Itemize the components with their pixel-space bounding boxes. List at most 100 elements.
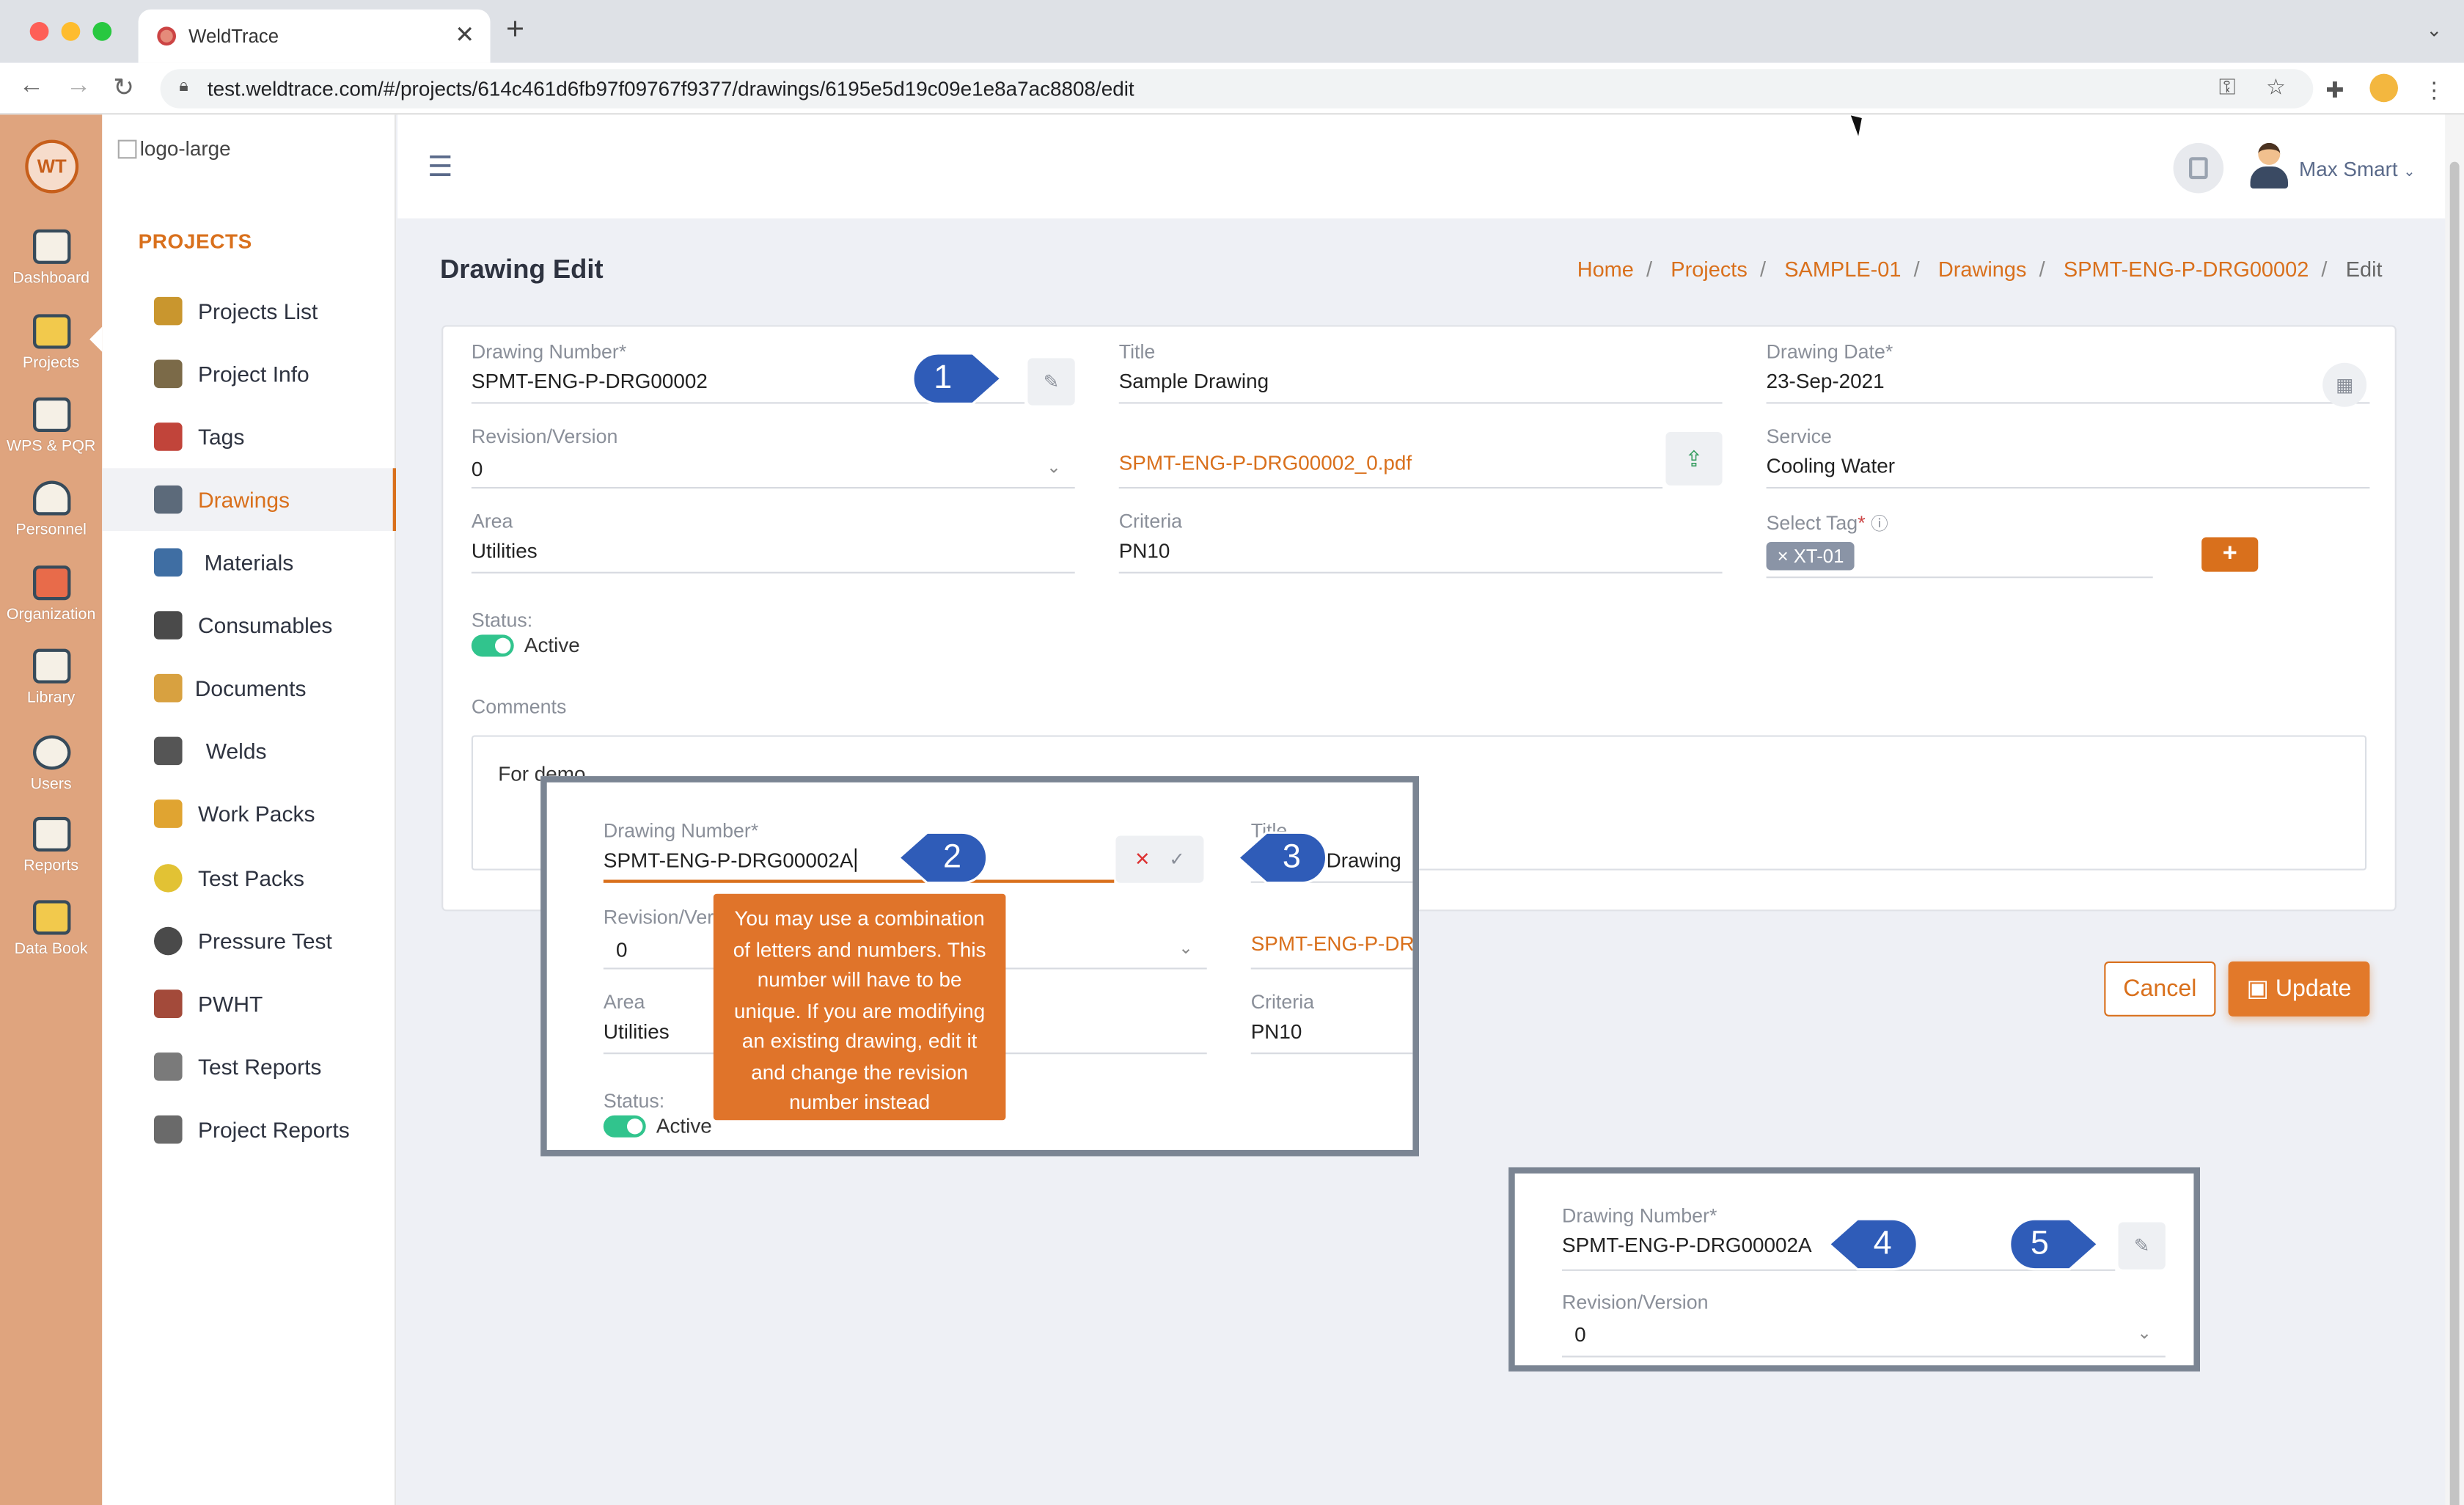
close-window-button[interactable] <box>29 21 49 41</box>
sidebar-item-pwht[interactable]: PWHT <box>102 973 396 1036</box>
iconbar-wps-pqr[interactable]: WPS & PQR <box>0 397 102 455</box>
field-underline <box>471 487 1075 489</box>
iconbar-data-book[interactable]: Data Book <box>0 900 102 959</box>
breadcrumb-drawings[interactable]: Drawings <box>1938 257 2027 281</box>
iconbar-reports[interactable]: Reports <box>0 816 102 875</box>
overlay-file-link: SPMT-ENG-P-DRC <box>1250 931 1419 956</box>
sidebar-item-project-reports[interactable]: Project Reports <box>102 1098 396 1161</box>
sidebar-item-materials[interactable]: Materials <box>102 531 396 594</box>
drawing-date-label: Drawing Date* <box>1767 341 2370 363</box>
cancel-edit-icon[interactable]: ✕ <box>1134 849 1151 871</box>
sidebar-item-documents[interactable]: Documents <box>102 656 396 719</box>
new-tab-button[interactable]: + <box>506 12 524 48</box>
sidebar-item-label: Materials <box>204 549 294 575</box>
iconbar-organization[interactable]: Organization <box>0 565 102 623</box>
overlay-inline-actions: ✕ ✓ <box>1115 835 1204 883</box>
bookmark-star-icon[interactable]: ☆ <box>2266 74 2286 100</box>
extensions-icon[interactable]: ✚ <box>2325 77 2344 103</box>
minimize-window-button[interactable] <box>61 21 81 41</box>
field-underline <box>1250 967 1413 970</box>
iconbar-projects[interactable]: Projects <box>0 314 103 373</box>
status-toggle[interactable] <box>471 634 514 657</box>
service-field[interactable]: Service Cooling Water <box>1766 425 2370 489</box>
drawing-date-field[interactable]: Drawing Date* 23-Sep-2021 ▦ <box>1766 341 2370 407</box>
close-tab-icon[interactable]: ✕ <box>455 21 474 49</box>
calendar-icon[interactable]: ▦ <box>2322 362 2367 407</box>
required-mark: * <box>750 820 759 843</box>
title-label: Title <box>1118 340 1156 363</box>
iconbar-dashboard[interactable]: Dashboard <box>0 229 102 288</box>
user-avatar[interactable] <box>2248 142 2289 190</box>
chevron-down-icon: ⌄ <box>1178 939 1193 959</box>
field-underline <box>1118 487 1663 489</box>
url-field[interactable]: 🔒︎ test.weldtrace.com/#/projects/614c461… <box>160 69 2314 109</box>
profile-icon[interactable] <box>2369 73 2398 103</box>
sidebar-item-tags[interactable]: Tags <box>102 406 396 469</box>
broken-image-icon <box>117 139 137 159</box>
criteria-field[interactable]: Criteria PN10 <box>1118 510 1723 574</box>
cancel-button[interactable]: Cancel <box>2104 961 2216 1017</box>
required-mark: * <box>618 340 627 363</box>
sidebar-item-welds[interactable]: Welds <box>102 719 396 783</box>
hamburger-menu-icon[interactable]: ☰ <box>428 151 453 184</box>
logo-large[interactable]: logo-large <box>117 136 231 160</box>
tag-icon <box>154 422 183 451</box>
weldtrace-logo[interactable]: WT <box>25 139 79 194</box>
key-icon[interactable]: ⚿ <box>2219 74 2236 100</box>
breadcrumb-drawing[interactable]: SPMT-ENG-P-DRG00002 <box>2064 257 2309 281</box>
sidebar-item-drawings[interactable]: Drawings <box>102 468 396 531</box>
forward-icon[interactable]: → <box>66 73 91 101</box>
user-menu[interactable]: Max Smart ⌄ <box>2299 157 2416 180</box>
breadcrumb-home[interactable]: Home <box>1577 257 1634 281</box>
sidebar-item-test-packs[interactable]: Test Packs <box>102 847 396 910</box>
reload-icon[interactable]: ↻ <box>113 73 134 104</box>
scrollbar-thumb[interactable] <box>2449 161 2460 1505</box>
select-tag-field[interactable]: Select Tag* ⓘ × XT-01 <box>1766 510 2153 579</box>
tab-search-icon[interactable]: ⌄ <box>2426 19 2442 41</box>
iconbar-users[interactable]: Users <box>0 735 102 794</box>
sidebar-item-work-packs[interactable]: Work Packs <box>102 783 396 846</box>
browser-menu-icon[interactable]: ⋮ <box>2423 77 2445 103</box>
confirm-edit-icon[interactable]: ✓ <box>1169 849 1185 871</box>
drawing-file-field[interactable]: SPMT-ENG-P-DRG00002_0.pdf ⇪ <box>1118 425 1723 489</box>
iconbar-label: Users <box>30 776 72 794</box>
overlay2-edit-button: ✎ <box>2118 1222 2166 1270</box>
sidebar-item-pressure-test[interactable]: Pressure Test <box>102 909 396 973</box>
iconbar-personnel[interactable]: Personnel <box>0 480 102 539</box>
revision-select[interactable]: Revision/Version 0 ⌄ <box>471 425 1075 489</box>
drawing-file-link[interactable]: SPMT-ENG-P-DRG00002_0.pdf <box>1119 451 1723 475</box>
sidebar-item-project-info[interactable]: Project Info <box>102 343 396 406</box>
browser-tab-bar: WeldTrace ✕ + ⌄ <box>0 0 2464 63</box>
back-icon[interactable]: ← <box>19 73 44 101</box>
update-button[interactable]: ▣ Update <box>2228 961 2370 1017</box>
sidebar-item-projects-list[interactable]: Projects List <box>102 279 396 343</box>
drawing-date-value: 23-Sep-2021 <box>1766 369 1885 393</box>
breadcrumb-projects[interactable]: Projects <box>1671 257 1748 281</box>
iconbar-label: Projects <box>22 355 80 373</box>
text-cursor <box>854 848 857 872</box>
browser-tab[interactable]: WeldTrace ✕ <box>138 9 491 63</box>
avatar-head <box>2258 142 2281 165</box>
overlay-status-field: Status: Active <box>603 1091 712 1138</box>
title-field[interactable]: Title Sample Drawing <box>1118 340 1723 404</box>
sidebar-item-label: Consumables <box>198 612 333 638</box>
projects-folder-icon <box>32 314 70 349</box>
sidebar-item-label: Test Reports <box>198 1054 322 1080</box>
add-tag-button[interactable]: + <box>2201 537 2259 572</box>
iconbar-library[interactable]: Library <box>0 648 102 707</box>
sidebar-item-test-reports[interactable]: Test Reports <box>102 1036 396 1099</box>
notification-button[interactable] <box>2173 142 2224 194</box>
info-icon[interactable]: ⓘ <box>1871 516 1888 535</box>
sidebar-item-label: Projects List <box>198 298 318 324</box>
upload-icon[interactable]: ⇪ <box>1665 432 1723 486</box>
maximize-window-button[interactable] <box>92 21 112 41</box>
overlay-drawing-number-input[interactable]: Drawing Number* SPMT-ENG-P-DRG00002A <box>603 820 1115 883</box>
sidebar-item-consumables[interactable]: Consumables <box>102 594 396 657</box>
breadcrumb-project[interactable]: SAMPLE-01 <box>1784 257 1901 281</box>
remove-tag-icon[interactable]: × <box>1778 545 1789 567</box>
page-scrollbar[interactable] <box>2445 114 2464 1505</box>
iconbar-label: Library <box>26 689 76 707</box>
area-field[interactable]: Area Utilities <box>471 510 1075 574</box>
edit-drawing-number-button[interactable]: ✎ <box>1027 358 1075 406</box>
project-info-icon <box>154 359 183 389</box>
